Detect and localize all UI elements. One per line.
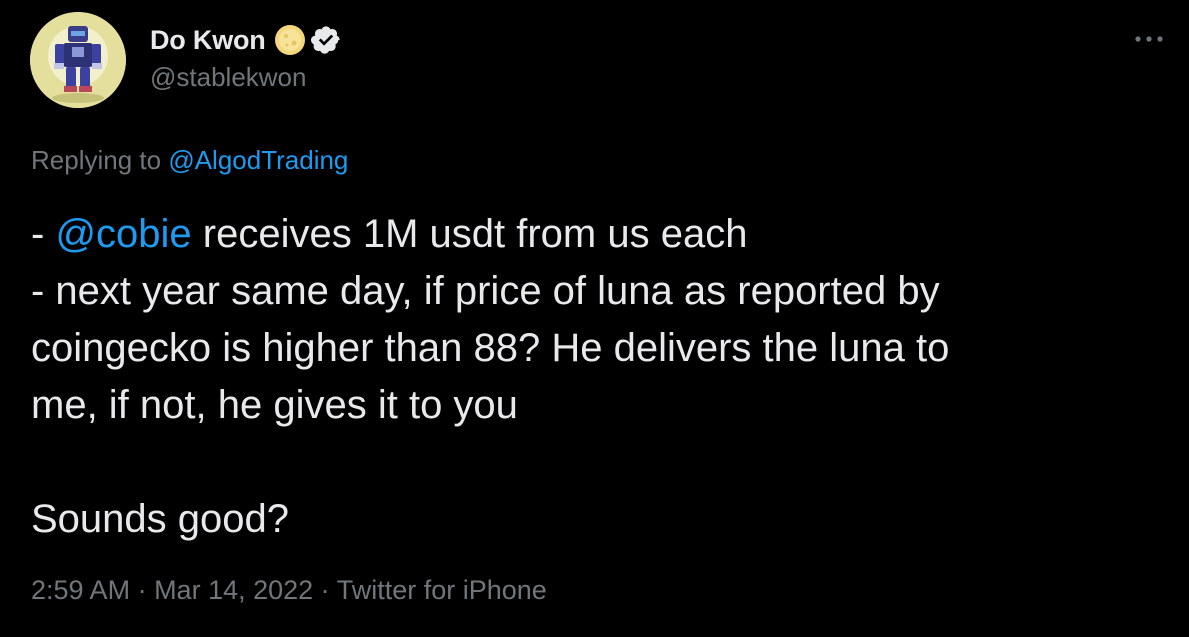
meta-separator: · — [130, 575, 155, 605]
robot-avatar-icon — [30, 12, 126, 108]
replying-to: Replying to @AlgodTrading — [31, 145, 348, 176]
tweet-meta: 2:59 AM · Mar 14, 2022 · Twitter for iPh… — [31, 575, 547, 606]
verified-icon — [310, 24, 342, 56]
line1-rest: receives 1M usdt from us each — [191, 212, 748, 256]
tweet-line-5: Sounds good? — [31, 497, 290, 541]
reply-target-link[interactable]: @AlgodTrading — [168, 145, 348, 175]
tweet-line-2: - next year same day, if price of luna a… — [31, 269, 940, 313]
tweet-line-3: coingecko is higher than 88? He delivers… — [31, 326, 950, 370]
author-header: Do Kwon @stablekwon — [150, 22, 342, 93]
mention-link[interactable]: @cobie — [55, 212, 191, 256]
meta-separator: · — [313, 575, 337, 605]
tweet-line-1: - @cobie receives 1M usdt from us each — [31, 206, 1151, 263]
coin-icon — [274, 24, 306, 56]
tweet-body: - @cobie receives 1M usdt from us each -… — [31, 206, 1151, 548]
name-row: Do Kwon — [150, 22, 342, 58]
tweet-card: Do Kwon @stablekwon Replying to @AlgodTr… — [0, 0, 1189, 637]
tweet-date[interactable]: Mar 14, 2022 — [154, 575, 313, 605]
avatar[interactable] — [30, 12, 126, 108]
replying-prefix: Replying to — [31, 145, 169, 175]
tweet-source[interactable]: Twitter for iPhone — [337, 575, 547, 605]
more-options-button[interactable] — [1131, 24, 1167, 54]
author-handle[interactable]: @stablekwon — [150, 62, 342, 93]
display-name[interactable]: Do Kwon — [150, 25, 266, 56]
tweet-time[interactable]: 2:59 AM — [31, 575, 130, 605]
line1-prefix: - — [31, 212, 56, 256]
tweet-line-4: me, if not, he gives it to you — [31, 383, 518, 427]
more-dots-icon — [1135, 36, 1163, 42]
